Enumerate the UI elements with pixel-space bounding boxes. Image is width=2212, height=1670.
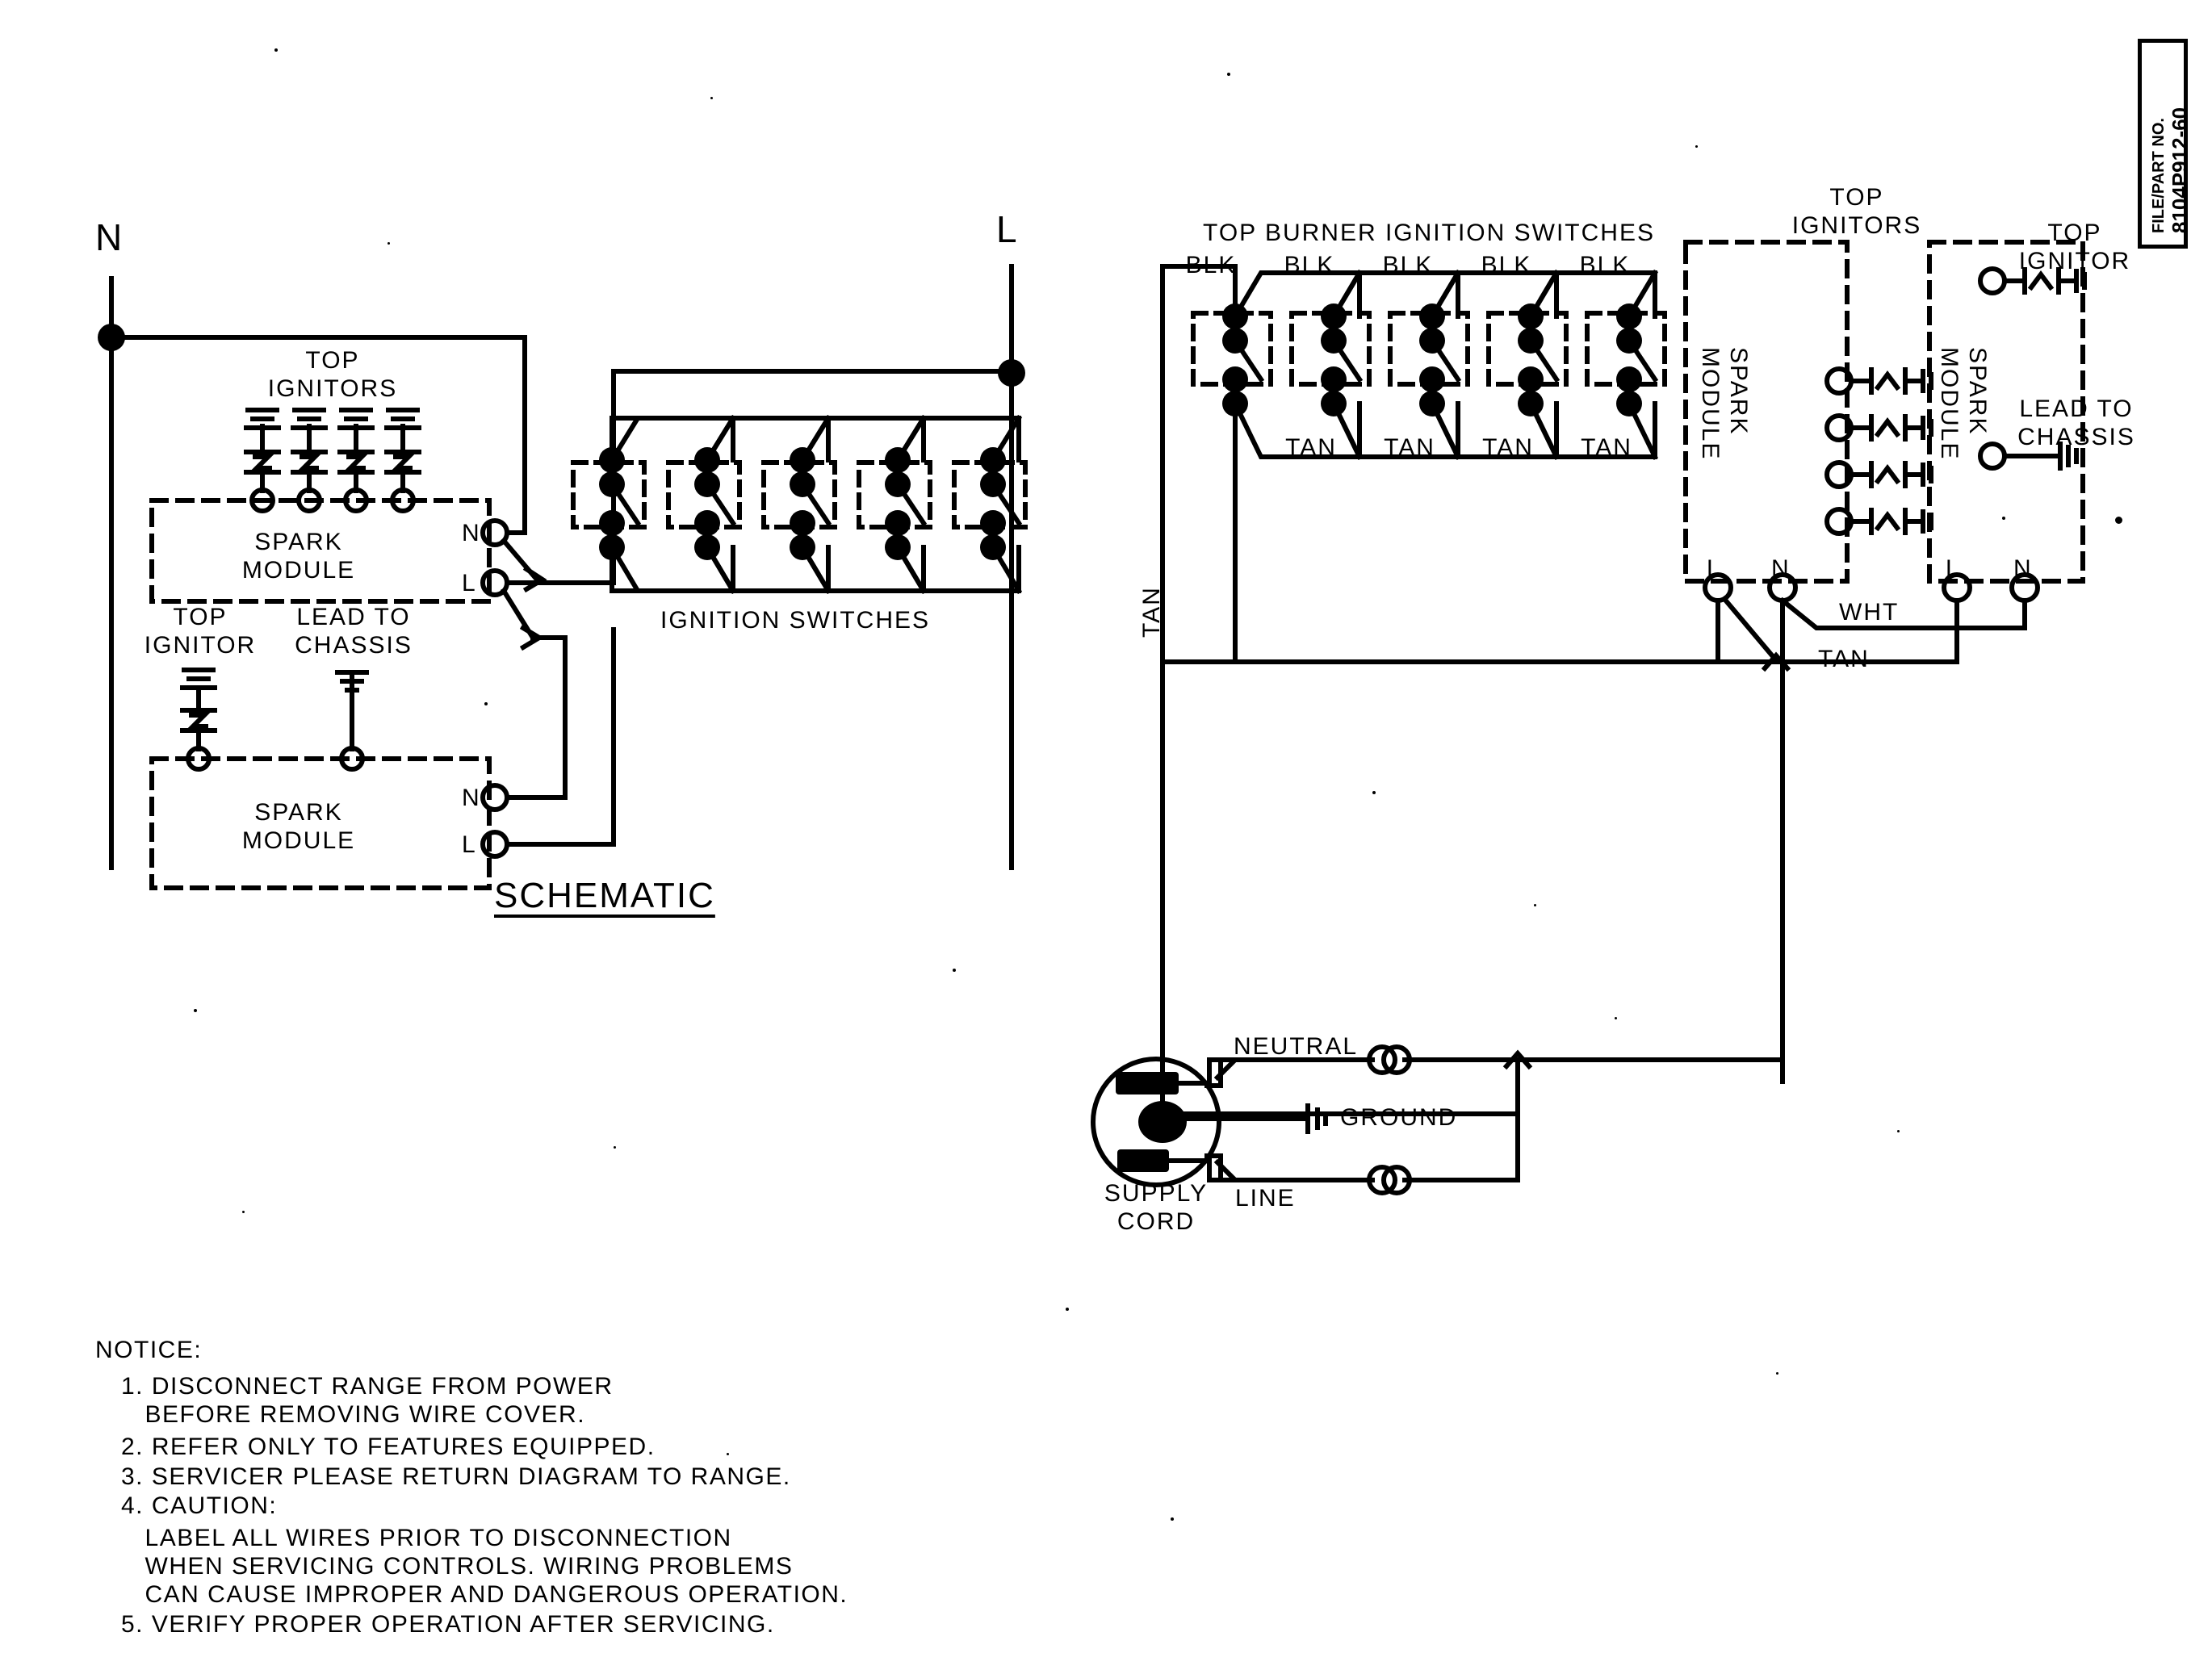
wiring-top-ignitors-label: TOP IGNITORS xyxy=(1791,184,1922,239)
wiring-module-a-terminal-n: N xyxy=(1771,555,1791,582)
scan-speck xyxy=(1372,791,1376,794)
switch-label-blk-5: BLK xyxy=(1579,252,1631,278)
part-tag-line2: 8104P912-60 xyxy=(2168,107,2192,233)
wiring-top-ignitor-label: TOP IGNITOR xyxy=(2018,220,2131,274)
ground-label: GROUND xyxy=(1340,1104,1458,1131)
notice-item-4b: WHEN SERVICING CONTROLS. WIRING PROBLEMS xyxy=(121,1553,794,1580)
schematic-spark-module-1-label: SPARK MODULE xyxy=(241,529,356,584)
schematic-module1-terminal-l: L xyxy=(462,570,477,596)
top-burner-ignition-switches-title: TOP BURNER IGNITION SWITCHES xyxy=(1203,220,1655,246)
scan-speck xyxy=(274,48,278,52)
scan-speck xyxy=(1534,904,1536,906)
supply-cord-label: SUPPLY CORD xyxy=(1104,1180,1209,1235)
wiring-spark-module-b-label: SPARK MODULE xyxy=(1936,347,1992,461)
scan-speck xyxy=(1897,1130,1900,1132)
switch-label-tan-4: TAN xyxy=(1581,434,1632,461)
neutral-label: NEUTRAL xyxy=(1234,1033,1359,1060)
wiring-module-b-terminal-n: N xyxy=(2013,555,2033,582)
schematic-top-ignitors-label: TOP IGNITORS xyxy=(267,347,398,402)
schematic-lead-to-chassis-label: LEAD TO CHASSIS xyxy=(295,604,413,659)
ignition-switches-label: IGNITION SWITCHES xyxy=(660,607,930,634)
rail-l-label: L xyxy=(996,208,1019,250)
scan-speck xyxy=(388,242,390,245)
scan-speck xyxy=(2002,517,2005,520)
scan-speck xyxy=(1695,145,1698,148)
scan-speck xyxy=(710,97,713,99)
switch-label-tan-3: TAN xyxy=(1482,434,1534,461)
wiring-spark-module-a-label: SPARK MODULE xyxy=(1697,347,1753,461)
scan-speck xyxy=(2115,517,2122,524)
feed-wire-tan-label: TAN xyxy=(1138,586,1165,638)
switch-label-tan-2: TAN xyxy=(1384,434,1435,461)
notice-item-4a: LABEL ALL WIRES PRIOR TO DISCONNECTION xyxy=(121,1525,732,1551)
scan-speck xyxy=(484,702,488,705)
tan-wire-label: TAN xyxy=(1818,646,1870,672)
scan-speck xyxy=(1776,1372,1778,1375)
schematic-spark-module-2-label: SPARK MODULE xyxy=(241,799,356,854)
part-number-tag: FILE/PART NO. 8104P912-60 xyxy=(2138,39,2192,249)
part-tag-line1: FILE/PART NO. xyxy=(2150,118,2168,233)
scan-speck xyxy=(953,969,956,972)
scan-speck xyxy=(1066,1308,1069,1311)
notice-item-5: 5. VERIFY PROPER OPERATION AFTER SERVICI… xyxy=(121,1611,775,1638)
scan-speck xyxy=(727,1453,729,1455)
notice-item-1: 1. DISCONNECT RANGE FROM POWER xyxy=(121,1373,614,1400)
notice-item-4c: CAN CAUSE IMPROPER AND DANGEROUS OPERATI… xyxy=(121,1581,848,1608)
wiring-module-a-terminal-l: L xyxy=(1707,555,1722,582)
switch-label-blk-3: BLK xyxy=(1382,252,1434,278)
wiring-module-b-terminal-l: L xyxy=(1946,555,1961,582)
notice-item-2: 2. REFER ONLY TO FEATURES EQUIPPED. xyxy=(121,1434,656,1460)
schematic-module2-terminal-l: L xyxy=(462,831,477,858)
switch-label-blk-4: BLK xyxy=(1481,252,1532,278)
scan-speck xyxy=(194,1009,197,1012)
scan-speck xyxy=(1615,1017,1617,1019)
notice-item-1b: BEFORE REMOVING WIRE COVER. xyxy=(121,1401,586,1428)
schematic-module2-terminal-n: N xyxy=(462,785,481,811)
schematic-top-ignitor-label: TOP IGNITOR xyxy=(144,604,257,659)
schematic-title: SCHEMATIC xyxy=(494,876,715,915)
wht-wire-label: WHT xyxy=(1839,599,1900,626)
rail-n-label: N xyxy=(95,216,124,258)
diagram-sheet: N L TOP IGNITORS SPARK MODULE N L TOP IG… xyxy=(0,0,2212,1670)
scan-speck xyxy=(1227,73,1230,76)
switch-label-blk-1: BLK xyxy=(1185,252,1237,278)
wiring-lead-to-chassis-label: LEAD TO CHASSIS xyxy=(2017,396,2135,450)
switch-label-tan-1: TAN xyxy=(1285,434,1337,461)
line-label: LINE xyxy=(1235,1185,1296,1212)
notice-item-3: 3. SERVICER PLEASE RETURN DIAGRAM TO RAN… xyxy=(121,1463,791,1490)
switch-label-blk-2: BLK xyxy=(1284,252,1335,278)
scan-speck xyxy=(614,1146,616,1149)
notice-item-4: 4. CAUTION: xyxy=(121,1492,278,1519)
scan-speck xyxy=(242,1211,245,1213)
scan-speck xyxy=(1171,1517,1174,1521)
notice-heading: NOTICE: xyxy=(95,1337,203,1363)
schematic-module1-terminal-n: N xyxy=(462,520,481,546)
